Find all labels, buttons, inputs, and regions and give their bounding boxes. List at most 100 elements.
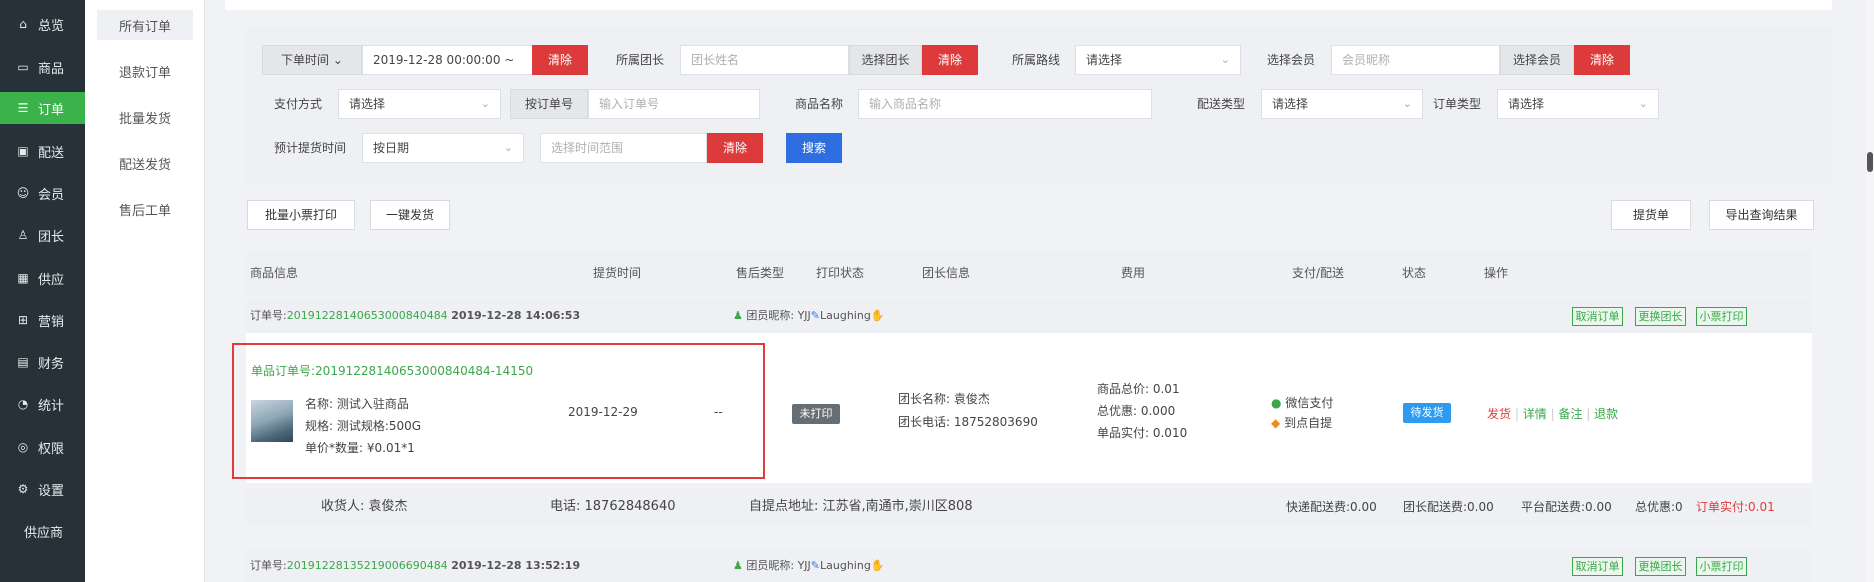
wechat-icon: ● [1271,396,1282,410]
pickup-address: 自提点地址: 江苏省,南通市,崇川区808 [749,499,973,514]
order-time-dropdown[interactable]: 下单时间 ⌄ [262,45,362,75]
subnav-all-orders[interactable]: 所有订单 [97,10,193,40]
delivery-type-select[interactable]: 请选择 ⌄ [1261,89,1423,119]
filter-panel: 下单时间 ⌄ 2019-12-28 00:00:00 ~ 清除 所属团长 团长姓… [246,27,1832,183]
divider: | [1514,407,1519,421]
scrollbar-thumb[interactable] [1867,152,1873,172]
order-number-link[interactable]: 20191228135219006690484 [287,559,448,572]
product-price-qty: 单价*数量: ¥0.01*1 [305,441,415,455]
select-member-button[interactable]: 选择会员 [1500,45,1574,75]
print-receipt-button[interactable]: 小票打印 [1696,557,1747,576]
item-order-number: 单品订单号:20191228140653000840484-14150 [251,364,534,378]
order-no-input[interactable]: 输入订单号 [588,89,760,119]
order-total-discount: 总优惠:0 [1635,500,1683,514]
th-status: 状态 [1402,266,1427,280]
home-icon: ⌂ [19,17,27,31]
th-fees: 费用 [1121,266,1146,280]
refund-link[interactable]: 退款 [1594,407,1618,421]
batch-ship-button[interactable]: 一键发货 [370,200,450,230]
nav-item-overview[interactable]: ⌂ 总览 [0,8,85,40]
nav-item-members[interactable]: ☺ 会员 [0,177,85,209]
nav-item-marketing[interactable]: ⊞ 营销 [0,304,85,336]
print-status-badge: 未打印 [792,404,840,424]
order-number: 订单号:20191228140653000840484 2019-12-28 1… [250,309,581,322]
after-sale-type: -- [714,405,723,419]
receiver-phone: 电话: 18762848640 [550,499,676,514]
nav-item-settings[interactable]: ⚙ 设置 [0,473,85,505]
goods-total: 商品总价: 0.01 [1097,382,1180,396]
chevron-down-icon: ⌄ [1220,53,1230,66]
order-paid: 订单实付:0.01 [1696,500,1775,514]
product-thumbnail[interactable] [251,400,293,442]
cancel-order-button[interactable]: 取消订单 [1572,307,1623,326]
delivery-method: ◆ 到点自提 [1271,416,1333,430]
order-time-input[interactable]: 2019-12-28 00:00:00 ~ [362,45,533,75]
change-leader-button[interactable]: 更换团长 [1635,307,1686,326]
clear-member-button[interactable]: 清除 [1574,45,1630,75]
nav-item-goods[interactable]: ▭ 商品 [0,51,85,83]
nav-item-supply[interactable]: ▦ 供应 [0,262,85,294]
nav-item-leaders[interactable]: ♙ 团长 [0,219,85,251]
user-icon: ☺ [16,186,30,200]
cancel-order-button[interactable]: 取消订单 [1572,557,1623,576]
emoji-icon: ✎ [810,309,821,322]
finance-icon: ▤ [17,355,29,369]
pay-method: ● 微信支付 [1271,396,1334,410]
divider: | [1550,407,1555,421]
delivery-icon: ▣ [17,144,29,158]
nav-item-delivery[interactable]: ▣ 配送 [0,135,85,167]
goods-name-label: 商品名称 [795,97,844,111]
chevron-down-icon: ⌄ [480,97,490,110]
item-paid: 单品实付: 0.010 [1097,426,1188,440]
pickup-time-select[interactable]: 按日期 ⌄ [362,133,524,163]
pay-method-select[interactable]: 请选择 ⌄ [338,89,501,119]
subnav-batch-ship[interactable]: 批量发货 [97,102,193,132]
member-nickname: ♟ 团员昵称: YJJ✎Laughing✋ [733,559,885,572]
ship-link[interactable]: 发货 [1487,407,1511,421]
by-order-no-button[interactable]: 按订单号 [510,89,588,119]
goods-name-input[interactable]: 输入商品名称 [858,89,1152,119]
order-number-link[interactable]: 20191228140653000840484 [287,309,448,322]
leader-label: 所属团长 [616,53,665,67]
chevron-down-icon: ⌄ [1638,97,1648,110]
operation-links: 发货 | 详情 | 备注 | 退款 [1487,405,1618,422]
leader-icon: ♙ [17,228,29,242]
order-table-header: 商品信息 提货时间 售后类型 打印状态 团长信息 费用 支付/配送 状态 操作 [246,250,1812,296]
print-receipt-button[interactable]: 小票打印 [1696,307,1747,326]
subnav-delivery-ship[interactable]: 配送发货 [97,148,193,178]
th-after-sale: 售后类型 [736,266,785,280]
clear-leader-button[interactable]: 清除 [922,45,978,75]
change-leader-button[interactable]: 更换团长 [1635,557,1686,576]
order-type-label: 订单类型 [1433,97,1482,111]
express-fee: 快递配送费:0.00 [1286,500,1377,514]
order-created-time: 2019-12-28 13:52:19 [451,559,581,572]
nav-item-orders[interactable]: ☰ 订单 [0,92,85,124]
nav-item-finance[interactable]: ▤ 财务 [0,346,85,378]
note-link[interactable]: 备注 [1558,407,1582,421]
nav-item-stats[interactable]: ◔ 统计 [0,388,85,420]
clear-order-time-button[interactable]: 清除 [532,45,588,75]
delivery-type-label: 配送类型 [1197,97,1246,111]
select-leader-button[interactable]: 选择团长 [849,45,922,75]
pickup-note-button[interactable]: 提货单 [1611,200,1691,230]
route-select[interactable]: 请选择 ⌄ [1075,45,1241,75]
detail-link[interactable]: 详情 [1523,407,1547,421]
batch-print-button[interactable]: 批量小票打印 [247,200,355,230]
product-spec: 规格: 测试规格:500G [305,419,422,433]
subnav-aftersale-tickets[interactable]: 售后工单 [97,194,193,224]
member-nickname-input[interactable]: 会员昵称 [1331,45,1500,75]
order-status-badge: 待发货 [1403,403,1451,423]
leader-name-input[interactable]: 团长姓名 [680,45,849,75]
scrollbar[interactable] [1866,0,1874,582]
subnav-refund-orders[interactable]: 退款订单 [97,56,193,86]
nav-item-permission[interactable]: ◎ 权限 [0,431,85,463]
permission-icon: ◎ [17,440,29,454]
leader-fee: 团长配送费:0.00 [1403,500,1494,514]
leader-phone: 团长电话: 18752803690 [898,415,1038,429]
search-button[interactable]: 搜索 [786,133,842,163]
export-results-button[interactable]: 导出查询结果 [1709,200,1814,230]
clear-time-range-button[interactable]: 清除 [707,133,763,163]
time-range-input[interactable]: 选择时间范围 [540,133,707,163]
order-type-select[interactable]: 请选择 ⌄ [1497,89,1659,119]
nav-item-supplier[interactable]: 供应商 [0,515,85,547]
